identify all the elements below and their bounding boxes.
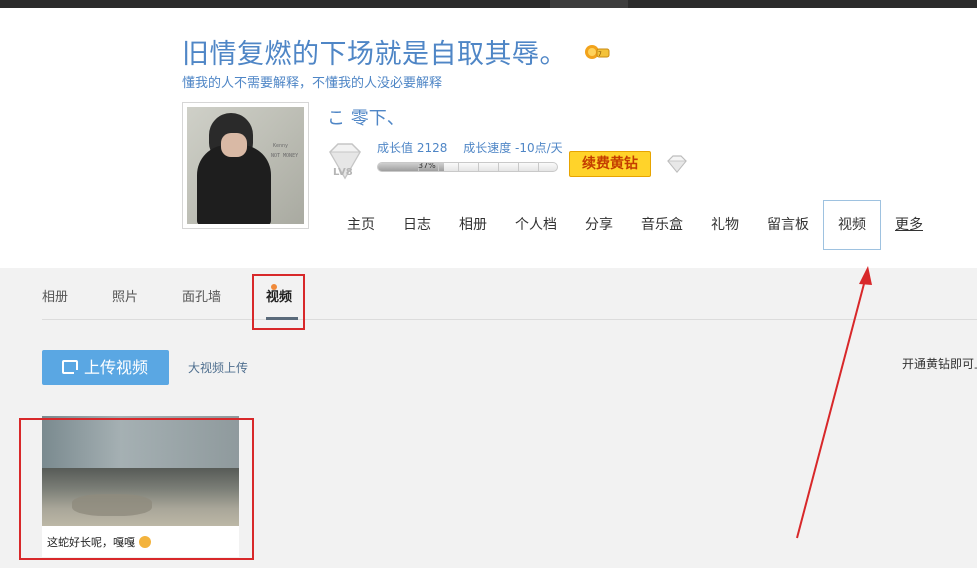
subtab-album[interactable]: 相册 bbox=[42, 286, 68, 305]
top-bar-segment bbox=[550, 0, 628, 8]
profile-nav: 主页 日志 相册 个人档 分享 音乐盒 礼物 留言板 视频 更多 bbox=[333, 200, 937, 250]
nav-music[interactable]: 音乐盒 bbox=[627, 200, 697, 250]
page-title: 旧情复燃的下场就是自取其辱。 bbox=[182, 39, 567, 70]
renew-vip-button[interactable]: 续费黄钻 bbox=[569, 151, 651, 177]
avatar[interactable]: Kenny NOT MONEY bbox=[182, 102, 309, 229]
nav-home[interactable]: 主页 bbox=[333, 200, 389, 250]
nav-video[interactable]: 视频 bbox=[823, 200, 881, 250]
nav-profile[interactable]: 个人档 bbox=[501, 200, 571, 250]
growth-info: 成长值 2128 成长速度 -10点/天 bbox=[377, 139, 575, 156]
nav-blog[interactable]: 日志 bbox=[389, 200, 445, 250]
nav-more[interactable]: 更多 bbox=[881, 200, 937, 250]
nav-gift[interactable]: 礼物 bbox=[697, 200, 753, 250]
subtab-face-wall[interactable]: 面孔墙 bbox=[182, 286, 221, 305]
profile-signature: 懂我的人不需要解释，不懂我的人没必要解释 bbox=[182, 76, 443, 91]
growth-value: 成长值 2128 bbox=[377, 141, 448, 155]
upload-video-button[interactable]: + 上传视频 bbox=[42, 350, 169, 385]
video-subtabs: 相册 照片 面孔墙 视频 bbox=[42, 268, 977, 320]
profile-header: 旧情复燃的下场就是自取其辱。 7 懂我的人不需要解释，不懂我的人没必要解释 Ke… bbox=[0, 8, 977, 268]
avatar-shirt-text: Kenny bbox=[273, 143, 289, 149]
vip-badge-icon[interactable]: 7 bbox=[584, 42, 610, 60]
annotation-box-video-tab bbox=[252, 274, 305, 330]
avatar-small-text: NOT MONEY bbox=[271, 153, 299, 159]
top-bar bbox=[0, 0, 977, 8]
big-video-upload-link[interactable]: 大视频上传 bbox=[188, 359, 248, 376]
level-label: LV8 bbox=[333, 167, 353, 178]
vip-tip-text: 开通黄钻即可上 bbox=[902, 357, 977, 371]
annotation-box-video-card bbox=[19, 418, 254, 560]
subtab-photos[interactable]: 照片 bbox=[112, 286, 138, 305]
nav-album[interactable]: 相册 bbox=[445, 200, 501, 250]
diamond-icon[interactable] bbox=[666, 155, 688, 173]
upload-video-label: 上传视频 bbox=[84, 358, 149, 377]
upload-icon: + bbox=[62, 360, 83, 380]
growth-speed: 成长速度 -10点/天 bbox=[463, 141, 563, 155]
svg-text:7: 7 bbox=[598, 51, 602, 58]
growth-progress-text: 37% bbox=[418, 162, 436, 170]
nickname: こ 零下、 bbox=[327, 108, 405, 129]
nav-share[interactable]: 分享 bbox=[571, 200, 627, 250]
growth-progress-bar: 37% bbox=[377, 162, 558, 172]
level-diamond-icon[interactable]: LV8 bbox=[324, 142, 366, 182]
nav-message-board[interactable]: 留言板 bbox=[753, 200, 823, 250]
